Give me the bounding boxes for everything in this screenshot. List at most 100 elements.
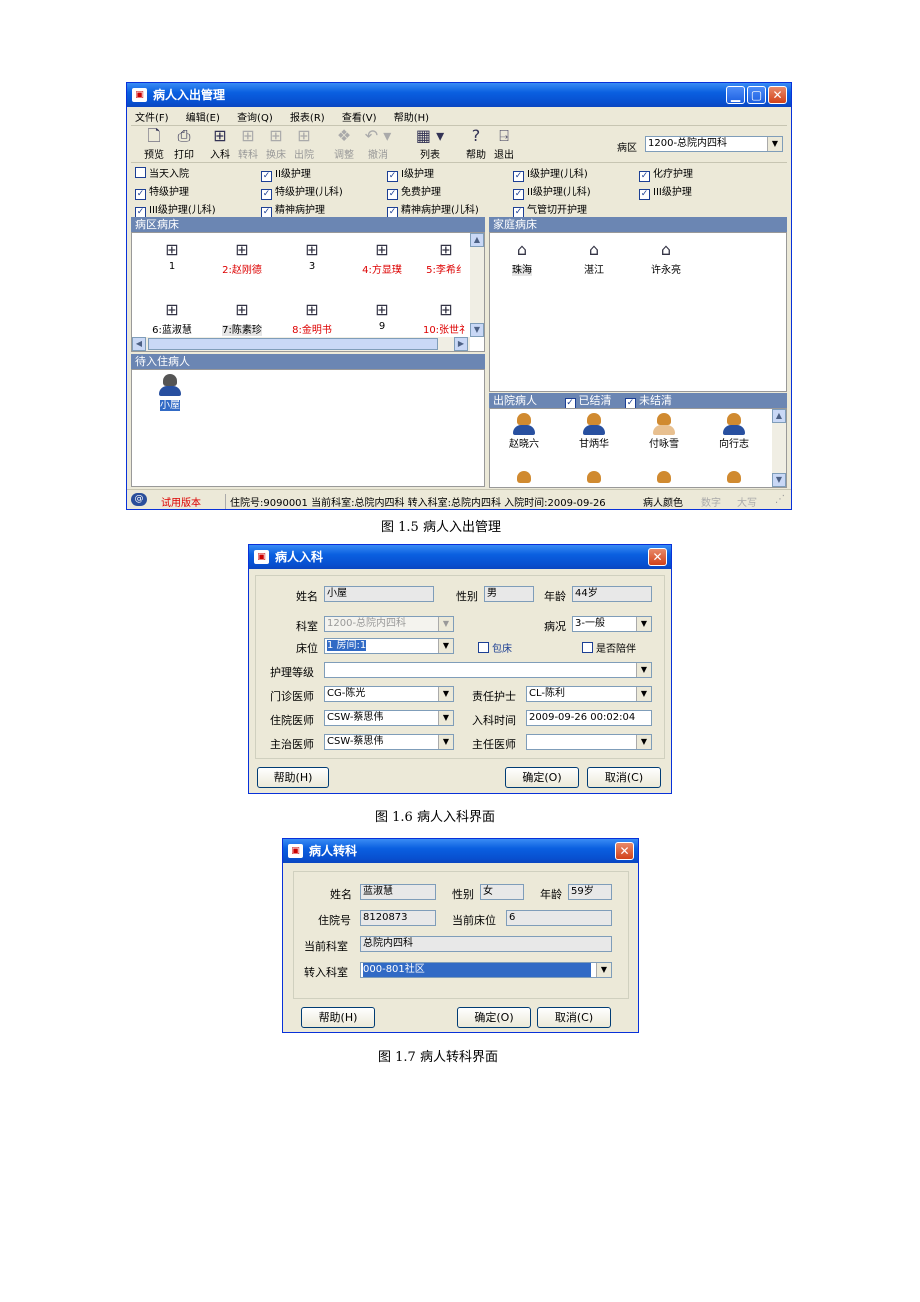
filter-level1[interactable]: ✓ I级护理 <box>387 165 434 182</box>
chevron-down-icon[interactable]: ▼ <box>438 639 453 653</box>
discharged-patient-partial[interactable] <box>634 471 694 483</box>
bed-item[interactable]: ⊞ 9 <box>352 299 412 332</box>
bed-item[interactable]: ⊞ 2:赵刚德 <box>212 239 272 276</box>
condition-select[interactable]: 3-一般 ▼ <box>572 616 652 632</box>
transfer-title-bar[interactable]: ▣ 病人转科 ✕ <box>283 839 638 863</box>
help-button[interactable]: 帮助(H) <box>301 1007 375 1028</box>
filter-psych-child[interactable]: ✓ 精神病护理(儿科) <box>387 201 479 218</box>
scroll-left-icon[interactable]: ◀ <box>132 337 146 351</box>
help-button[interactable]: 帮助(H) <box>257 767 329 788</box>
ok-button[interactable]: 确定(O) <box>505 767 579 788</box>
chevron-down-icon[interactable]: ▼ <box>636 687 651 701</box>
filter-level3-child[interactable]: ✓ III级护理(儿科) <box>135 201 216 218</box>
chevron-down-icon[interactable]: ▼ <box>438 711 453 725</box>
scroll-thumb[interactable] <box>148 338 438 350</box>
chevron-down-icon[interactable]: ▼ <box>636 735 651 749</box>
bed-item[interactable]: ⊞ 5:李希纟 <box>416 239 476 276</box>
scroll-right-icon[interactable]: ▶ <box>454 337 468 351</box>
chevron-down-icon[interactable]: ▼ <box>438 735 453 749</box>
unsettled-checkbox[interactable]: ✓ 未结清 <box>625 394 672 409</box>
undo-button[interactable]: ↶ ▾ 撤消 <box>361 126 395 161</box>
chevron-down-icon[interactable]: ▼ <box>438 617 453 631</box>
ok-button[interactable]: 确定(O) <box>457 1007 531 1028</box>
bed-select[interactable]: 1 房间:1 ▼ <box>324 638 454 654</box>
discharged-patient[interactable]: 付咏雪 <box>634 413 694 450</box>
exit-button[interactable]: ⍈ 退出 <box>487 126 521 161</box>
clinic-doc-select[interactable]: CG-陈光 ▼ <box>324 686 454 702</box>
waiting-patient[interactable]: 小屋 <box>140 374 200 411</box>
chevron-down-icon[interactable]: ▼ <box>596 963 611 977</box>
to-dept-select[interactable]: 000-801社区 ▼ <box>360 962 612 978</box>
filter-psych[interactable]: ✓ 精神病护理 <box>261 201 325 218</box>
list-button[interactable]: ▦ ▾ 列表 <box>413 126 447 161</box>
bed-item[interactable]: ⊞ 3 <box>282 239 342 272</box>
filter-level1-child[interactable]: ✓ I级护理(儿科) <box>513 165 588 182</box>
discharged-patient-partial[interactable] <box>704 471 764 483</box>
menu-report[interactable]: 报表(R) <box>290 113 325 124</box>
escort-checkbox[interactable]: 是否陪伴 <box>582 640 636 655</box>
chevron-down-icon[interactable]: ▼ <box>767 137 782 151</box>
ward-doc-select[interactable]: CSW-蔡思伟 ▼ <box>324 710 454 726</box>
nurse-select[interactable]: CL-陈利 ▼ <box>526 686 652 702</box>
bed-item[interactable]: ⊞ 8:金明书 <box>282 299 342 336</box>
main-title-bar[interactable]: ▣ 病人入出管理 ▁ ▢ ✕ <box>127 83 791 107</box>
discharge-button[interactable]: ⊞ 出院 <box>287 126 321 161</box>
menu-query[interactable]: 查询(Q) <box>237 113 273 124</box>
menu-edit[interactable]: 编辑(E) <box>186 113 220 124</box>
home-bed-item[interactable]: ⌂ 珠海 <box>492 239 552 276</box>
bed-item[interactable]: ⊞ 1 <box>142 239 202 272</box>
discharged-patient-partial[interactable] <box>564 471 624 483</box>
cancel-button[interactable]: 取消(C) <box>587 767 661 788</box>
ward-select[interactable]: 1200-总院内四科 ▼ <box>645 136 783 152</box>
discharged-patient[interactable]: 向行志 <box>704 413 764 450</box>
discharged-patient[interactable]: 赵晓六 <box>494 413 554 450</box>
filter-level2-child[interactable]: ✓ II级护理(儿科) <box>513 183 591 200</box>
horizontal-scrollbar[interactable]: ◀ ▶ <box>132 337 470 351</box>
menu-view[interactable]: 查看(V) <box>342 113 377 124</box>
vertical-scrollbar[interactable]: ▲ ▼ <box>470 233 484 337</box>
filter-level2[interactable]: ✓ II级护理 <box>261 165 311 182</box>
chevron-down-icon[interactable]: ▼ <box>636 617 651 631</box>
discharged-patient[interactable]: 甘炳华 <box>564 413 624 450</box>
scroll-down-icon[interactable]: ▼ <box>470 323 484 337</box>
dept-select[interactable]: 1200-总院内四科 ▼ <box>324 616 454 632</box>
admit-title-bar[interactable]: ▣ 病人入科 ✕ <box>249 545 671 569</box>
print-button[interactable]: ⎙ 打印 <box>167 126 201 161</box>
chevron-down-icon[interactable]: ▼ <box>636 663 651 677</box>
vertical-scrollbar[interactable]: ▲ ▼ <box>772 409 786 487</box>
cancel-button[interactable]: 取消(C) <box>537 1007 611 1028</box>
chevron-down-icon[interactable]: ▼ <box>438 687 453 701</box>
attending-select[interactable]: CSW-蔡思伟 ▼ <box>324 734 454 750</box>
maximize-icon[interactable]: ▢ <box>747 86 766 104</box>
close-icon[interactable]: ✕ <box>768 86 787 104</box>
scroll-up-icon[interactable]: ▲ <box>470 233 484 247</box>
menu-file[interactable]: 文件(F) <box>135 113 169 124</box>
filter-special-child[interactable]: ✓ 特级护理(儿科) <box>261 183 343 200</box>
filter-chemo[interactable]: ✓ 化疗护理 <box>639 165 693 182</box>
filter-today[interactable]: 当天入院 <box>135 165 189 180</box>
scroll-down-icon[interactable]: ▼ <box>772 473 786 487</box>
director-select[interactable]: ▼ <box>526 734 652 750</box>
adjust-button[interactable]: ❖ 调整 <box>327 126 361 161</box>
minimize-icon[interactable]: ▁ <box>726 86 745 104</box>
filter-trach[interactable]: ✓ 气管切开护理 <box>513 201 587 218</box>
nursing-select[interactable]: ▼ <box>324 662 652 678</box>
bed-item[interactable]: ⊞ 7:陈素珍 <box>212 299 272 336</box>
settled-checkbox[interactable]: ✓ 已结清 <box>564 394 612 409</box>
bed-item[interactable]: ⊞ 10:张世礻 <box>416 299 476 336</box>
menu-help[interactable]: 帮助(H) <box>394 113 429 124</box>
preview-button[interactable]: 🗋 预览 <box>137 126 171 161</box>
close-icon[interactable]: ✕ <box>648 548 667 566</box>
filter-free[interactable]: ✓ 免费护理 <box>387 183 441 200</box>
filter-special[interactable]: ✓ 特级护理 <box>135 183 189 200</box>
close-icon[interactable]: ✕ <box>615 842 634 860</box>
home-bed-item[interactable]: ⌂ 湛江 <box>564 239 624 276</box>
admit-time-field[interactable]: 2009-09-26 00:02:04 <box>526 710 652 726</box>
home-bed-item[interactable]: ⌂ 许永亮 <box>636 239 696 276</box>
resize-grip-icon[interactable]: ⋰ <box>775 494 785 505</box>
discharged-patient-partial[interactable] <box>494 471 554 483</box>
bed-item[interactable]: ⊞ 4:方显璞 <box>352 239 412 276</box>
filter-level3[interactable]: ✓ III级护理 <box>639 183 692 200</box>
package-bed-checkbox[interactable]: 包床 <box>478 640 512 655</box>
bed-item[interactable]: ⊞ 6:蓝淑慧 <box>142 299 202 336</box>
